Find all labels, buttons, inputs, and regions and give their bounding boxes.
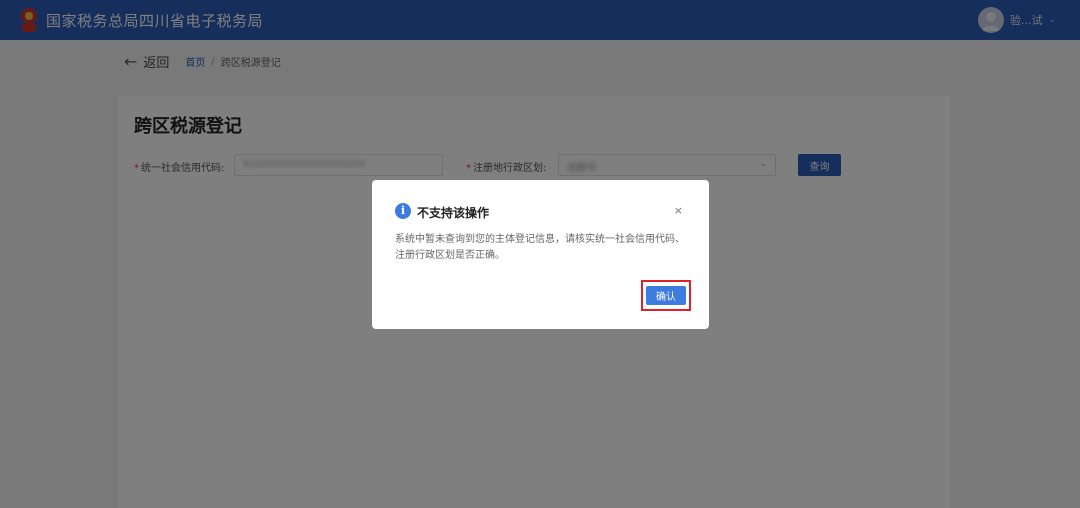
- close-icon[interactable]: ×: [674, 204, 683, 217]
- confirm-button[interactable]: 确认: [646, 286, 686, 305]
- alert-dialog: i 不支持该操作 × 系统中暂未查询到您的主体登记信息，请核实统一社会信用代码、…: [372, 180, 709, 329]
- dialog-message: 系统中暂未查询到您的主体登记信息，请核实统一社会信用代码、注册行政区划是否正确。: [395, 234, 685, 261]
- confirm-button-highlight: 确认: [641, 280, 691, 311]
- info-icon: i: [395, 203, 411, 219]
- dialog-title: 不支持该操作: [417, 206, 490, 220]
